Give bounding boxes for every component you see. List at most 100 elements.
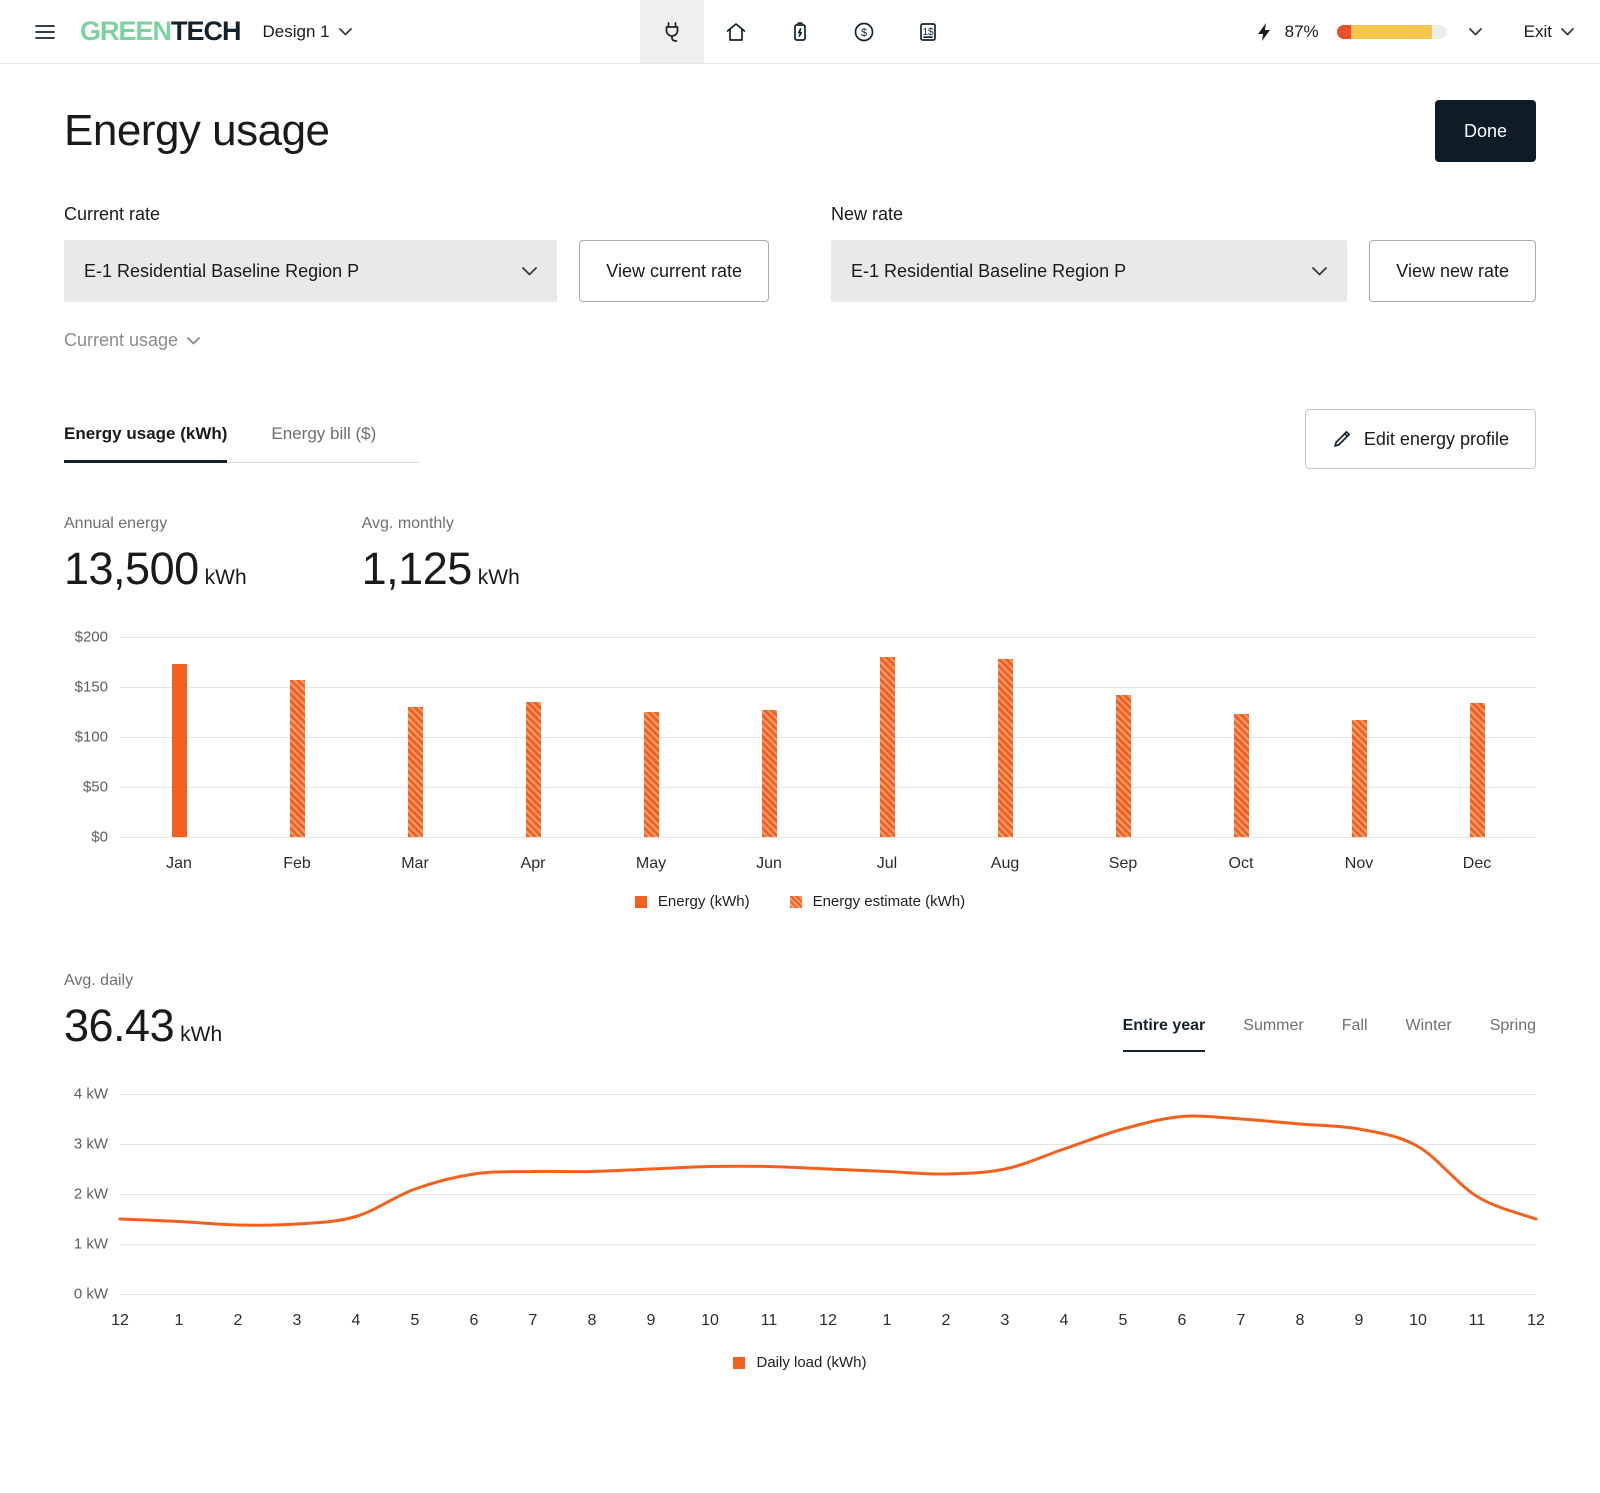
top-bar: GREENTECH Design 1 $ 1$ 87% Exit: [0, 0, 1600, 64]
x-axis-label: Nov: [1300, 855, 1418, 873]
bar-sep: [1116, 695, 1131, 837]
bar-slot: [356, 637, 474, 837]
chart-tabs: Energy usage (kWh) Energy bill ($): [64, 416, 420, 463]
tool-bill[interactable]: 1$: [896, 0, 960, 63]
bar-chart-y-axis: $200$150$100$50$0: [64, 637, 120, 837]
monthly-energy-bar-chart: $200$150$100$50$0 JanFebMarAprMayJunJulA…: [64, 637, 1536, 910]
y-tick-label: $150: [75, 679, 108, 696]
x-axis-label: 3: [293, 1312, 302, 1330]
bar-slot: [238, 637, 356, 837]
edit-energy-profile-label: Edit energy profile: [1364, 429, 1509, 450]
bar-chart-legend: Energy (kWh) Energy estimate (kWh): [64, 893, 1536, 910]
season-tab-entire-year[interactable]: Entire year: [1123, 1017, 1206, 1052]
x-axis-label: 5: [1119, 1312, 1128, 1330]
tool-rates[interactable]: $: [832, 0, 896, 63]
line-chart-plot: [120, 1094, 1536, 1294]
daily-energy-label: Avg. daily: [64, 972, 222, 990]
svg-text:$: $: [861, 27, 867, 39]
season-tab-spring[interactable]: Spring: [1490, 1017, 1536, 1052]
battery-percent: 87%: [1285, 22, 1319, 42]
bar-slot: [1064, 637, 1182, 837]
chevron-down-icon: [1469, 28, 1482, 36]
tab-energy-usage[interactable]: Energy usage (kWh): [64, 416, 227, 462]
done-button[interactable]: Done: [1435, 100, 1536, 162]
x-axis-label: Jan: [120, 855, 238, 873]
gridline: [120, 837, 1536, 838]
x-axis-label: 9: [1355, 1312, 1364, 1330]
season-tab-winter[interactable]: Winter: [1406, 1017, 1452, 1052]
monthly-energy-stat: Avg. monthly 1,125kWh: [362, 515, 520, 595]
battery-dropdown-button[interactable]: [1463, 22, 1488, 42]
x-axis-label: Apr: [474, 855, 592, 873]
daily-energy-value: 36.43: [64, 1000, 174, 1051]
bar-may: [644, 712, 659, 837]
x-axis-label: 1: [175, 1312, 184, 1330]
logo-tech-text: TECH: [171, 16, 241, 47]
x-axis-label: 7: [529, 1312, 538, 1330]
bar-apr: [526, 702, 541, 837]
season-tab-fall[interactable]: Fall: [1342, 1017, 1368, 1052]
bar-slot: [828, 637, 946, 837]
bar-nov: [1352, 720, 1367, 837]
x-axis-label: 5: [411, 1312, 420, 1330]
y-tick-label: $200: [75, 629, 108, 646]
view-current-rate-button[interactable]: View current rate: [579, 240, 769, 302]
app-logo: GREENTECH: [80, 16, 241, 47]
pencil-icon: [1332, 429, 1352, 449]
bill-icon: 1$: [916, 20, 940, 44]
line-chart-legend: Daily load (kWh): [64, 1354, 1536, 1371]
bar-slot: [1182, 637, 1300, 837]
home-icon: [724, 20, 748, 44]
exit-button[interactable]: Exit: [1524, 22, 1574, 42]
current-usage-toggle[interactable]: Current usage: [64, 330, 200, 351]
main-content: Energy usage Done Current rate E-1 Resid…: [0, 100, 1600, 1419]
gridline: [120, 1294, 1536, 1295]
tool-battery[interactable]: [768, 0, 832, 63]
current-rate-dropdown[interactable]: E-1 Residential Baseline Region P: [64, 240, 557, 302]
chevron-down-icon: [1312, 267, 1327, 276]
tool-energy-usage[interactable]: [640, 0, 704, 63]
tool-home[interactable]: [704, 0, 768, 63]
bar-slot: [592, 637, 710, 837]
y-tick-label: 1 kW: [74, 1236, 108, 1253]
x-axis-label: 12: [111, 1312, 129, 1330]
lightning-icon: [1255, 22, 1273, 42]
annual-energy-unit: kWh: [205, 566, 247, 589]
current-usage-label: Current usage: [64, 330, 178, 351]
x-axis-label: 10: [1409, 1312, 1427, 1330]
legend-item: Energy (kWh): [635, 893, 750, 910]
chevron-down-icon: [339, 28, 352, 36]
legend-swatch: [790, 896, 802, 908]
x-axis-label: 9: [647, 1312, 656, 1330]
new-rate-dropdown[interactable]: E-1 Residential Baseline Region P: [831, 240, 1347, 302]
monthly-energy-value: 1,125: [362, 543, 472, 594]
y-tick-label: 0 kW: [74, 1286, 108, 1303]
season-tabs: Entire year Summer Fall Winter Spring: [1085, 1017, 1536, 1052]
menu-button[interactable]: [28, 17, 62, 47]
bar-dec: [1470, 703, 1485, 837]
legend-swatch: [635, 896, 647, 908]
x-axis-label: 8: [588, 1312, 597, 1330]
y-tick-label: 4 kW: [74, 1086, 108, 1103]
x-axis-label: 12: [1527, 1312, 1545, 1330]
plug-icon: [660, 20, 684, 44]
bar-slot: [946, 637, 1064, 837]
x-axis-label: 1: [883, 1312, 892, 1330]
bar-slot: [120, 637, 238, 837]
battery-icon: [788, 20, 812, 44]
daily-energy-unit: kWh: [180, 1023, 222, 1046]
season-tab-summer[interactable]: Summer: [1243, 1017, 1303, 1052]
tab-energy-bill[interactable]: Energy bill ($): [271, 416, 376, 462]
edit-energy-profile-button[interactable]: Edit energy profile: [1305, 409, 1536, 469]
logo-green-text: GREEN: [80, 16, 171, 47]
monthly-energy-label: Avg. monthly: [362, 515, 520, 533]
legend-label: Energy estimate (kWh): [813, 893, 966, 910]
x-axis-label: May: [592, 855, 710, 873]
hamburger-icon: [34, 23, 56, 41]
energy-stats: Annual energy 13,500kWh Avg. monthly 1,1…: [64, 515, 1536, 595]
x-axis-label: 2: [942, 1312, 951, 1330]
design-selector[interactable]: Design 1: [263, 22, 352, 42]
x-axis-label: 6: [1178, 1312, 1187, 1330]
view-new-rate-button[interactable]: View new rate: [1369, 240, 1536, 302]
design-selector-label: Design 1: [263, 22, 330, 42]
